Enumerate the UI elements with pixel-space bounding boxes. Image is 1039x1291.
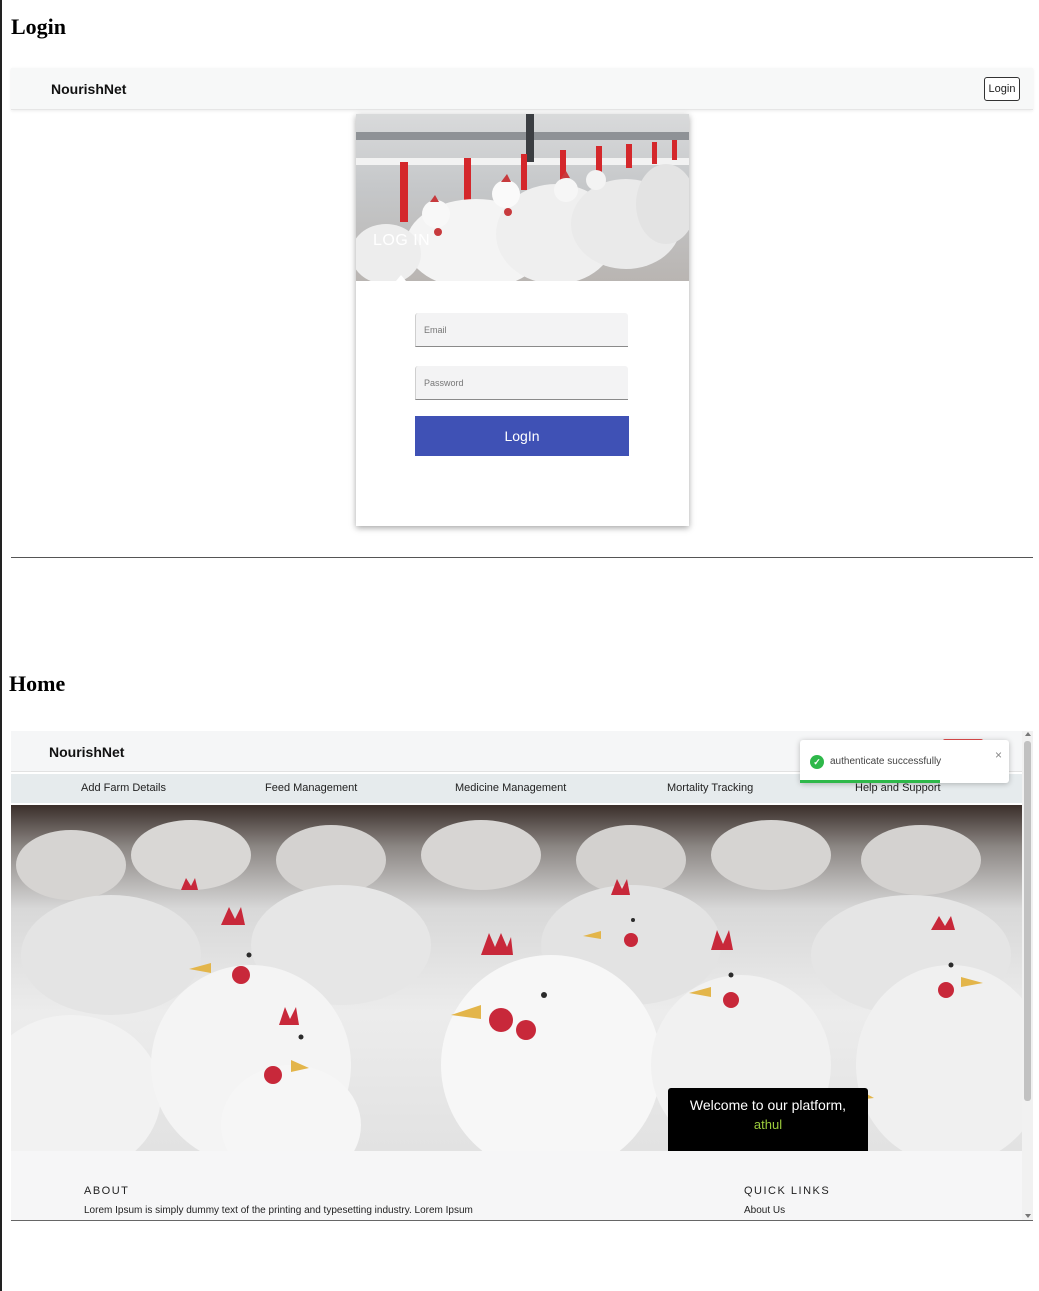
scrollbar-thumb[interactable] [1024, 741, 1031, 1101]
nav-login-button[interactable]: Login [984, 77, 1020, 101]
menu-item-help-and-support[interactable]: Help and Support [855, 782, 941, 794]
email-field[interactable]: Email [415, 313, 628, 347]
login-section-heading: Login [11, 14, 67, 39]
scroll-down-arrow-icon[interactable] [1025, 1214, 1031, 1218]
toast-message: authenticate successfully [830, 756, 942, 767]
footer-link-about-us[interactable]: About Us [744, 1205, 785, 1216]
footer-about-text: Lorem Ipsum is simply dummy text of the … [84, 1205, 473, 1216]
brand-logo-text[interactable]: NourishNet [51, 81, 126, 97]
login-card: LOG IN Email Password LogIn [356, 114, 689, 526]
home-section-heading: Home [9, 671, 66, 696]
chicken-feeder-image [356, 114, 689, 281]
footer-quick-links-heading: QUICK LINKS [744, 1185, 831, 1197]
login-submit-button[interactable]: LogIn [415, 416, 629, 456]
document-left-border [0, 0, 2, 1291]
home-screenshot: NourishNet Add Farm Details Feed Managem… [11, 731, 1033, 1221]
check-circle-icon: ✓ [810, 755, 824, 769]
password-field[interactable]: Password [415, 366, 628, 400]
login-hero-image: LOG IN [356, 114, 689, 281]
page-scrollbar[interactable] [1022, 731, 1033, 1221]
menu-item-feed-management[interactable]: Feed Management [265, 782, 357, 794]
section-divider [11, 557, 1033, 558]
top-navbar: NourishNet Login [11, 68, 1033, 110]
home-bottom-rule [11, 1220, 1033, 1221]
scroll-up-arrow-icon[interactable] [1025, 732, 1031, 736]
auth-success-toast: ✓ authenticate successfully × [800, 740, 1009, 783]
close-icon[interactable]: × [995, 748, 1002, 762]
menu-item-mortality-tracking[interactable]: Mortality Tracking [667, 782, 753, 794]
login-hero-title: LOG IN [373, 232, 431, 249]
toast-progress-bar [800, 780, 940, 783]
menu-item-medicine-management[interactable]: Medicine Management [455, 782, 566, 794]
chicken-flock-image [11, 820, 1022, 1151]
login-screenshot: NourishNet Login LOG IN Email Password L… [11, 68, 1033, 538]
welcome-username: athul [753, 1117, 783, 1132]
page-footer: ABOUT Lorem Ipsum is simply dummy text o… [11, 1151, 1022, 1221]
footer-about-heading: ABOUT [84, 1185, 130, 1197]
welcome-text: Welcome to our platform, [689, 1097, 847, 1113]
welcome-message-box: Welcome to our platform, athul [668, 1088, 868, 1151]
home-brand-logo-text[interactable]: NourishNet [49, 744, 124, 760]
home-hero-image: Welcome to our platform, athul [11, 805, 1022, 1151]
menu-item-add-farm-details[interactable]: Add Farm Details [81, 782, 166, 794]
